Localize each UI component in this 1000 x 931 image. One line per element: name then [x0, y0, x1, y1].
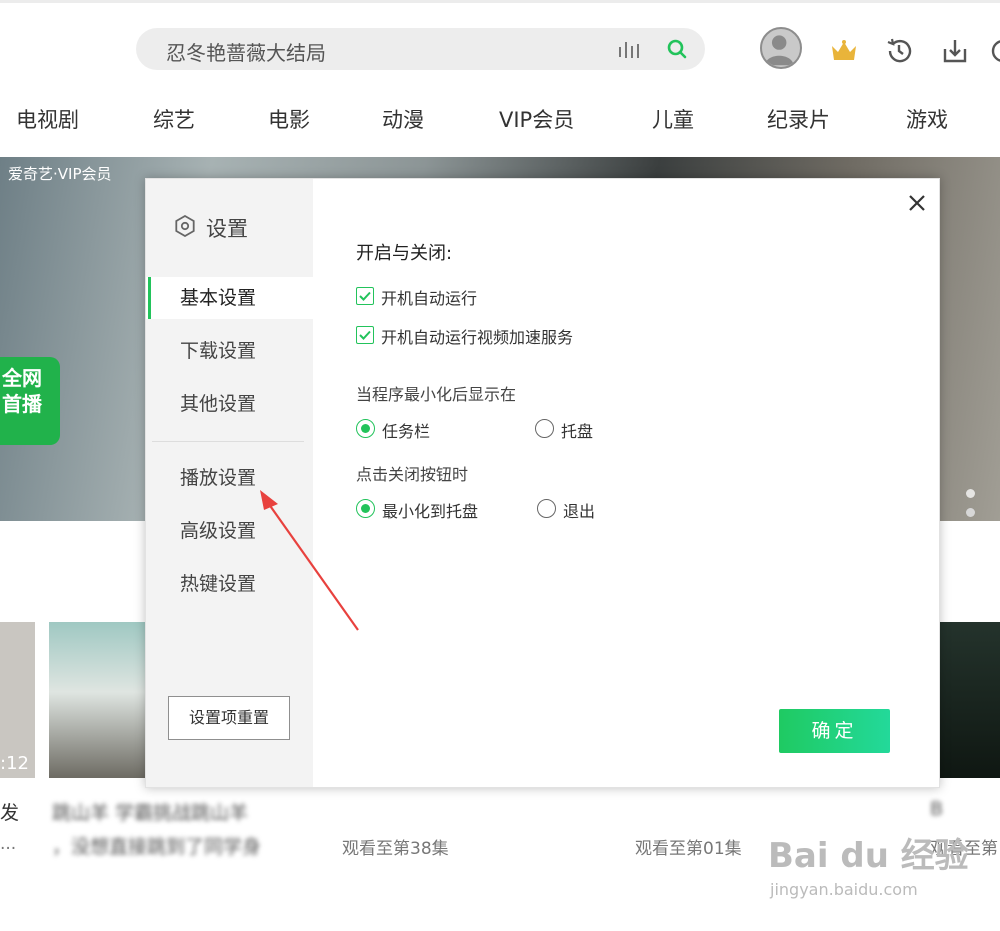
banner-logo: 爱奇艺·VIP会员: [8, 165, 112, 183]
video-title[interactable]: 发: [0, 798, 19, 825]
sidebar-divider: [152, 441, 304, 442]
radio-label: 最小化到托盘: [382, 502, 479, 521]
search-input[interactable]: 忍冬艳蔷薇大结局: [166, 37, 326, 66]
checkbox-checked[interactable]: [356, 287, 374, 305]
sidebar-item-other[interactable]: 其他设置: [146, 383, 313, 425]
nav-item-vip[interactable]: VIP会员: [499, 104, 574, 134]
video-title[interactable]: 跳山羊 学霸挑战跳山羊: [52, 798, 248, 825]
settings-title: 设置: [206, 217, 248, 241]
checkbox-checked[interactable]: [356, 326, 374, 344]
nav-item-kids[interactable]: 儿童: [652, 104, 694, 134]
checkbox-label: 开机自动运行视频加速服务: [381, 328, 574, 347]
nav-item-anime[interactable]: 动漫: [382, 104, 424, 134]
banner-badge: 全网首播: [0, 357, 60, 445]
nav-item-documentary[interactable]: 纪录片: [767, 104, 830, 134]
video-subtitle: ...: [0, 834, 17, 854]
annotation-arrow: [260, 490, 359, 631]
section-title: 开启与关闭:: [356, 243, 453, 264]
reset-settings-button[interactable]: 设置项重置: [168, 696, 290, 740]
voice-search-icon[interactable]: [618, 41, 642, 59]
video-subtitle: ，没想直接跳到了同学身: [52, 836, 262, 858]
carousel-dots[interactable]: [966, 483, 1000, 521]
avatar[interactable]: [760, 27, 802, 69]
sidebar-item-download[interactable]: 下载设置: [146, 330, 313, 372]
top-border: [0, 0, 1000, 3]
radio-selected[interactable]: [356, 419, 375, 438]
radio-unselected[interactable]: [535, 419, 554, 438]
settings-dialog: 设置 基本设置 下载设置 其他设置 播放设置 高级设置 热键设置 设置项重置 开…: [145, 178, 940, 788]
main-nav: 电视剧 综艺 电影 动漫 VIP会员 儿童 纪录片 游戏: [0, 100, 1000, 138]
sidebar-item-basic[interactable]: 基本设置: [146, 277, 313, 319]
radio-unselected[interactable]: [537, 499, 556, 518]
video-progress: 观看至第38集: [342, 839, 449, 859]
baidu-watermark: Bai du 经验 jingyan.baidu.com: [768, 836, 969, 899]
close-group-label: 点击关闭按钮时: [356, 465, 469, 484]
ok-button[interactable]: 确定: [779, 709, 890, 753]
radio-label: 退出: [563, 502, 596, 521]
checkbox-label: 开机自动运行: [381, 289, 478, 308]
nav-item-movie[interactable]: 电影: [268, 104, 310, 134]
vip-crown-icon[interactable]: [829, 36, 859, 66]
nav-item-variety[interactable]: 综艺: [153, 104, 195, 134]
video-title[interactable]: B: [930, 798, 943, 820]
search-bar[interactable]: 忍冬艳蔷薇大结局: [136, 28, 705, 70]
history-icon[interactable]: [884, 36, 914, 66]
search-icon[interactable]: [666, 38, 688, 60]
nav-item-games[interactable]: 游戏: [906, 104, 948, 134]
video-thumbnail[interactable]: [49, 622, 146, 778]
video-progress: 观看至第01集: [635, 839, 742, 859]
nav-item-tv[interactable]: 电视剧: [16, 104, 79, 134]
video-duration: :12: [0, 753, 29, 774]
close-icon[interactable]: [907, 193, 927, 213]
video-thumbnail[interactable]: :12: [0, 622, 35, 778]
radio-label: 任务栏: [382, 422, 431, 441]
minimize-group-label: 当程序最小化后显示在: [356, 385, 517, 404]
more-icon[interactable]: [988, 36, 1000, 66]
download-icon[interactable]: [940, 36, 970, 66]
gear-icon: [175, 215, 195, 237]
radio-label: 托盘: [561, 422, 594, 441]
checkmark-icon: [359, 291, 371, 301]
checkmark-icon: [359, 330, 371, 340]
video-thumbnail[interactable]: [940, 622, 1000, 778]
settings-sidebar: 设置 基本设置 下载设置 其他设置 播放设置 高级设置 热键设置 设置项重置: [146, 179, 313, 787]
